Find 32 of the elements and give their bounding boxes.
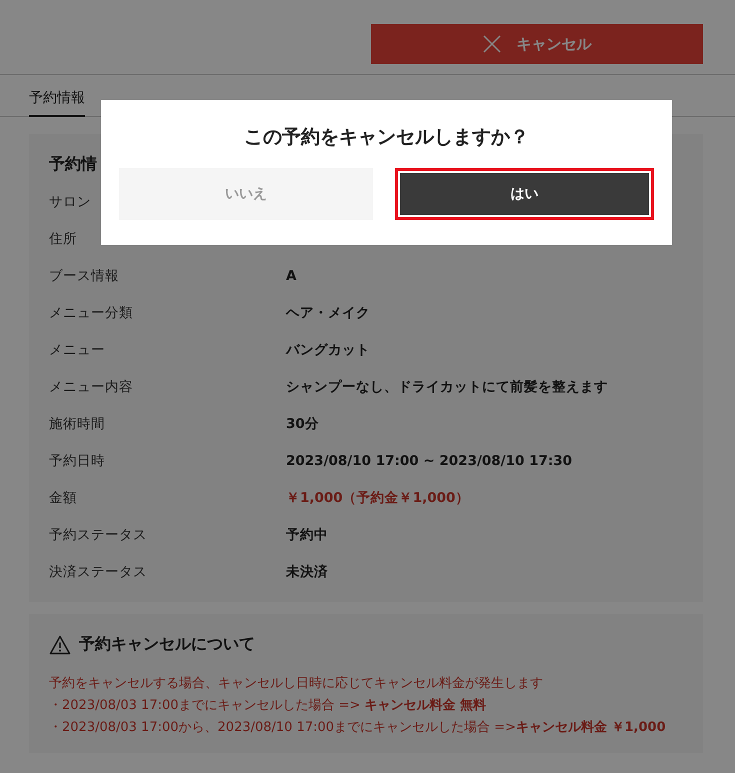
dialog-title: この予約をキャンセルしますか？ <box>243 125 530 150</box>
field-label: 金額 <box>49 488 77 506</box>
field-label: 予約日時 <box>49 452 105 470</box>
field-value: A <box>286 268 298 284</box>
field-label: メニュー <box>49 340 105 358</box>
field-label: 予約ステータス <box>49 526 147 544</box>
tab[interactable]: 予約情報 <box>29 75 85 117</box>
section-title: 予約情 <box>49 154 98 175</box>
field-value: バングカット <box>286 340 371 358</box>
confirm-button[interactable]: はい <box>394 168 654 220</box>
notice-text: 予約をキャンセルする場合、キャンセルし日時に応じてキャンセル料金が発生します <box>49 675 544 693</box>
field-label: 住所 <box>49 230 77 248</box>
close-icon <box>482 35 500 53</box>
field-value: 2023/08/10 17:00 ~ 2023/08/10 17:30 <box>286 452 574 468</box>
field-label: ブース情報 <box>49 266 119 284</box>
field-label: メニュー分類 <box>49 304 133 322</box>
field-value: 予約中 <box>286 526 329 544</box>
field-value: 未決済 <box>286 562 329 580</box>
field-label: 決済ステータス <box>49 562 147 580</box>
cancel-button[interactable]: キャンセル <box>371 24 703 64</box>
field-label: 施術時間 <box>49 414 105 432</box>
field-value: 30分 <box>286 414 320 432</box>
field-value: シャンプーなし、ドライカットにて前髪を整えます <box>286 378 609 396</box>
notice-text: ・2023/08/03 17:00までにキャンセルした場合 => キャンセル料金 無料 <box>49 697 488 715</box>
warning-icon <box>49 634 71 654</box>
field-label: メニュー内容 <box>49 378 133 396</box>
field-label: サロン <box>49 192 91 210</box>
notice-title: 予約キャンセルについて <box>79 634 255 655</box>
field-value: ヘア・メイク <box>286 304 371 322</box>
field-value: ￥1,000（予約金￥1,000） <box>286 488 470 506</box>
notice-text: ・2023/08/03 17:00から、2023/08/10 17:00までにキャンセルした場合 =>キャンセル料金 ￥1,000 <box>49 719 667 737</box>
decline-button[interactable]: いいえ <box>119 168 372 220</box>
